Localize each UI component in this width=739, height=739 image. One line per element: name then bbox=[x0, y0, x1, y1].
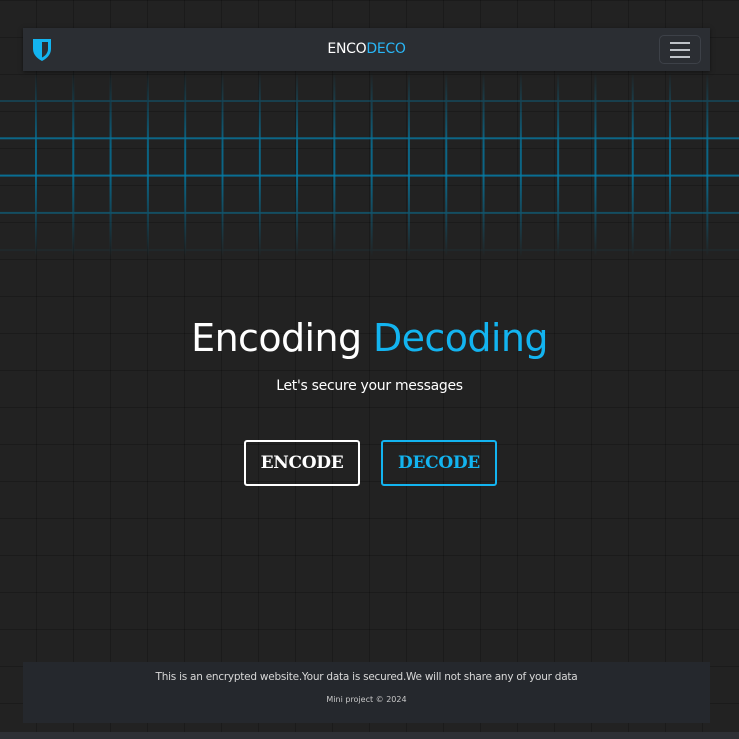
encode-button[interactable]: ENCODE bbox=[244, 440, 360, 486]
footer-notice: This is an encrypted website.Your data i… bbox=[155, 671, 578, 683]
bottom-scroll-edge bbox=[0, 732, 739, 739]
brand-name[interactable]: ENCODECO bbox=[23, 40, 710, 58]
hamburger-menu-button[interactable] bbox=[659, 35, 701, 64]
page-subtitle: Let's secure your messages bbox=[276, 378, 463, 394]
decode-button[interactable]: DECODE bbox=[381, 440, 497, 486]
page-title-part1: Encoding bbox=[191, 316, 362, 360]
navbar: ENCODECO bbox=[23, 28, 710, 71]
hamburger-menu-icon-bar bbox=[670, 55, 690, 58]
page-title-part2: Decoding bbox=[372, 316, 548, 360]
brand-name-part2: DECO bbox=[366, 41, 406, 57]
footer: This is an encrypted website.Your data i… bbox=[23, 662, 710, 723]
background-glow-grid bbox=[0, 72, 739, 257]
hamburger-menu-icon-bar bbox=[670, 41, 690, 44]
brand-name-part1: ENCO bbox=[327, 41, 367, 57]
page-title: Encoding Decoding bbox=[0, 312, 739, 364]
footer-copyright: Mini project © 2024 bbox=[326, 695, 407, 704]
hamburger-menu-icon-bar bbox=[670, 48, 690, 51]
